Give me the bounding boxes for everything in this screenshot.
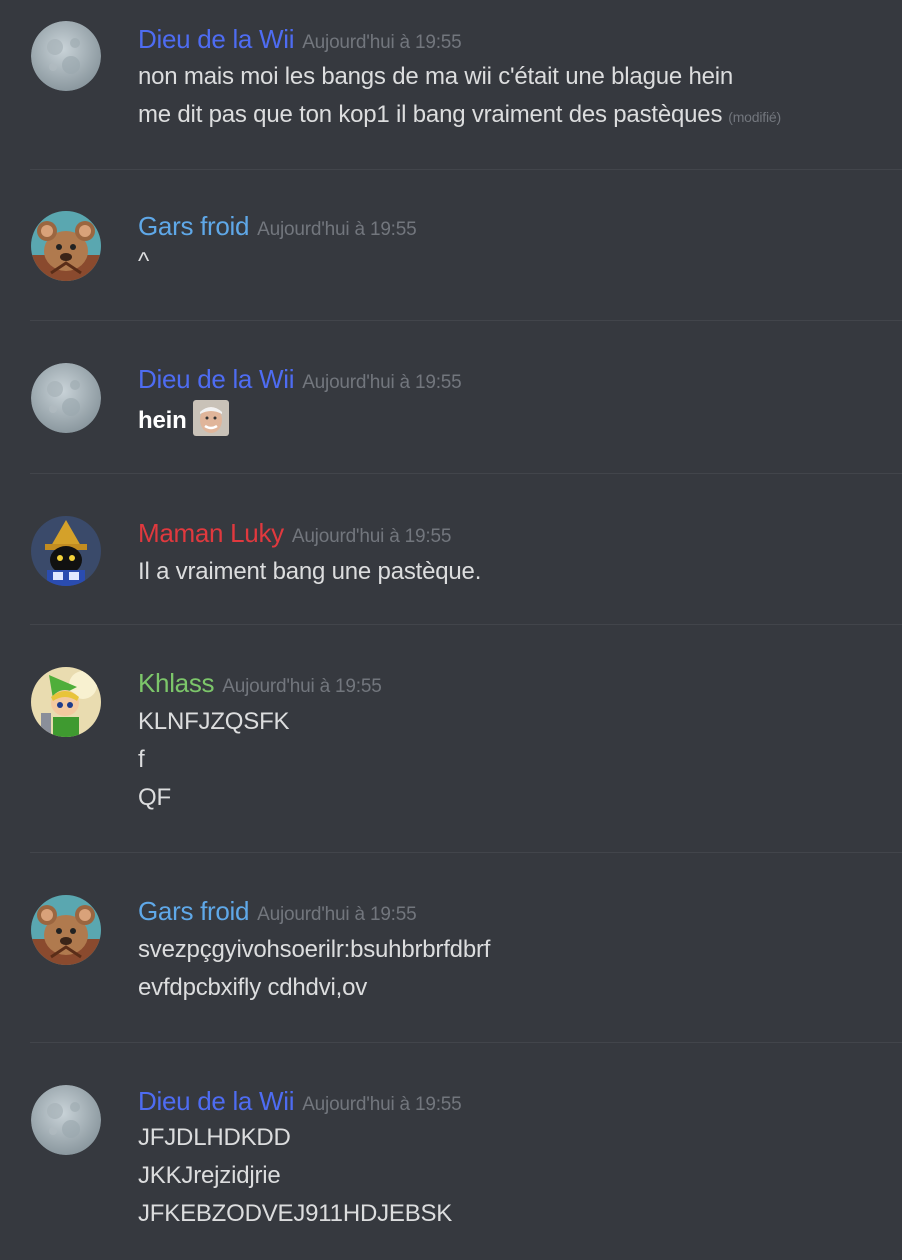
message-divider	[30, 624, 902, 625]
author-name[interactable]: Khlass	[138, 668, 215, 698]
message-text: evfdpcbxifly cdhdvi,ov	[138, 974, 368, 1001]
author-name[interactable]: Dieu de la Wii	[138, 364, 295, 394]
message-text: f	[138, 746, 145, 773]
message-divider	[30, 169, 902, 170]
avatar-moon-icon[interactable]	[31, 1085, 101, 1155]
avatar-mouse-icon[interactable]	[31, 895, 101, 965]
message-text: KLNFJZQSFK	[138, 708, 290, 735]
message-text: me dit pas que ton kop1 il bang vraiment…	[138, 101, 723, 128]
avatar-black-mage-icon[interactable]	[31, 516, 101, 586]
message-text: Il a vraiment bang une pastèque.	[138, 558, 482, 585]
avatar-mouse-icon[interactable]	[31, 211, 101, 281]
timestamp: Aujourd'hui à 19:55	[257, 219, 417, 240]
avatar-link-icon[interactable]	[31, 667, 101, 737]
timestamp: Aujourd'hui à 19:55	[222, 676, 382, 697]
message-text: svezpçgyivohsoerilr:bsuhbrbrfdbrf	[138, 936, 491, 963]
timestamp: Aujourd'hui à 19:55	[302, 372, 462, 393]
author-name[interactable]: Maman Luky	[138, 518, 284, 548]
message-divider	[30, 320, 902, 321]
message-text: JFKEBZODVEJ911HDJEBSK	[138, 1200, 453, 1227]
message-text: non mais moi les bangs de ma wii c'était…	[138, 63, 734, 90]
timestamp: Aujourd'hui à 19:55	[257, 904, 417, 925]
message-text: JKKJrejzidjrie	[138, 1162, 281, 1189]
message-divider	[30, 1042, 902, 1043]
message-divider	[30, 852, 902, 853]
author-name[interactable]: Gars froid	[138, 896, 249, 926]
timestamp: Aujourd'hui à 19:55	[302, 1094, 462, 1115]
message-text: ^	[138, 248, 150, 275]
timestamp: Aujourd'hui à 19:55	[302, 32, 462, 53]
message-text: hein	[138, 407, 187, 434]
chat-messages: Dieu de la Wii Aujourd'hui à 19:55 non ma…	[0, 0, 902, 1260]
message-text: QF	[138, 784, 171, 811]
message-text: JFJDLHDKDD	[138, 1124, 291, 1151]
avatar-moon-icon[interactable]	[31, 21, 101, 91]
author-name[interactable]: Gars froid	[138, 211, 249, 241]
edited-label: (modifié)	[728, 109, 781, 125]
message-divider	[30, 473, 902, 474]
harold-emoji-icon[interactable]	[192, 400, 229, 436]
avatar-moon-icon[interactable]	[31, 363, 101, 433]
author-name[interactable]: Dieu de la Wii	[138, 1086, 295, 1116]
timestamp: Aujourd'hui à 19:55	[291, 526, 452, 547]
author-name[interactable]: Dieu de la Wii	[138, 24, 295, 54]
